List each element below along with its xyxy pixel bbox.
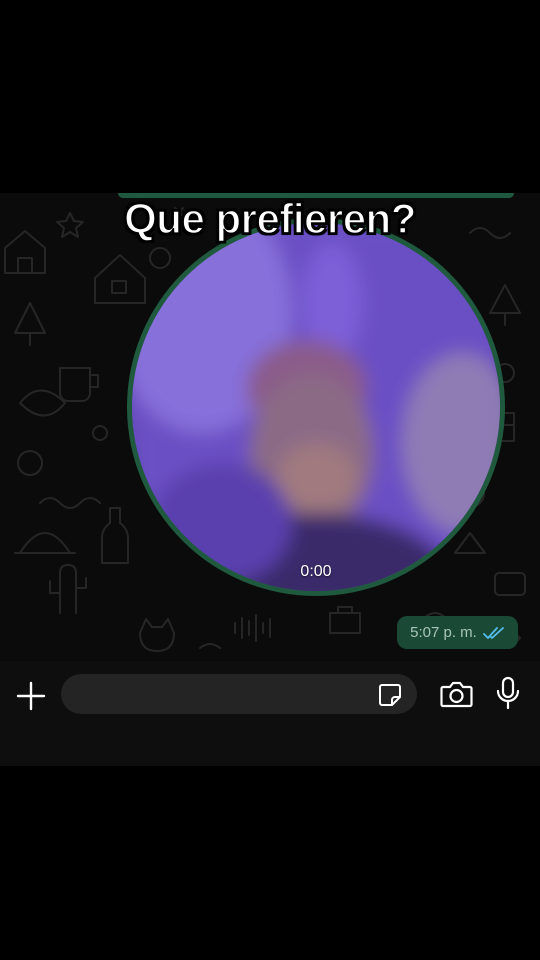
video-note-thumbnail[interactable]: 0:00 [132, 223, 500, 591]
camera-icon[interactable] [440, 680, 473, 708]
composer-bar [0, 661, 540, 766]
double-check-icon [482, 626, 504, 639]
sticker-icon[interactable] [377, 682, 403, 708]
video-note-message[interactable]: 0:00 [127, 218, 505, 596]
microphone-icon[interactable] [495, 676, 521, 711]
screen: 0:00 Que prefieren? 5:07 p. m. [0, 0, 540, 960]
video-duration: 0:00 [300, 563, 332, 580]
caption-overlay: Que prefieren? [123, 194, 417, 243]
plus-icon[interactable] [14, 679, 48, 713]
message-timestamp: 5:07 p. m. [397, 616, 518, 649]
message-input[interactable] [61, 674, 417, 714]
message-time: 5:07 p. m. [410, 624, 477, 641]
blurred-video-frame [132, 223, 500, 591]
